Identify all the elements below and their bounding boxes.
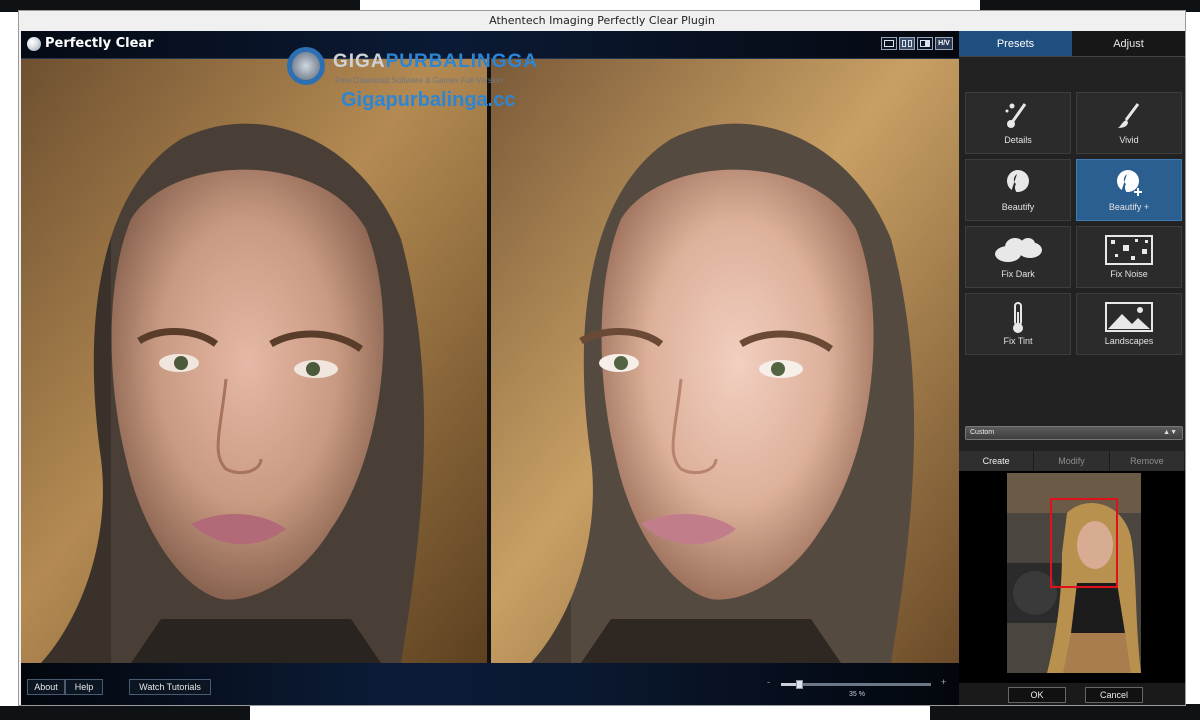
- preset-beautify[interactable]: Beautify: [965, 159, 1071, 221]
- plugin-window: Athentech Imaging Perfectly Clear Plugin…: [18, 10, 1186, 706]
- preset-label: Fix Noise: [1110, 269, 1148, 279]
- thermometer-icon: [966, 302, 1070, 333]
- preset-label: Beautify: [1001, 202, 1035, 212]
- ok-button[interactable]: OK: [1008, 687, 1066, 703]
- preset-fix-tint[interactable]: Fix Tint: [965, 293, 1071, 355]
- preset-label: Details: [1004, 135, 1032, 145]
- window-title: Athentech Imaging Perfectly Clear Plugin: [489, 14, 715, 27]
- noise-icon: [1077, 235, 1181, 265]
- navigator-viewport-box[interactable]: [1050, 498, 1118, 588]
- preset-details[interactable]: Details: [965, 92, 1071, 154]
- zoom-level-label: 35 %: [849, 691, 865, 698]
- before-image[interactable]: [21, 59, 487, 663]
- app-logo-text: Perfectly Clear: [45, 36, 154, 51]
- preset-fix-noise[interactable]: Fix Noise: [1076, 226, 1182, 288]
- preset-fix-dark[interactable]: Fix Dark: [965, 226, 1071, 288]
- background-corner: [930, 704, 1200, 720]
- landscape-icon: [1077, 302, 1181, 332]
- single-view-icon: [884, 40, 894, 47]
- preset-dropdown-value: Custom: [970, 429, 995, 436]
- preset-grid: Details Vivid Beautify Beautify + Fix Da…: [965, 92, 1183, 355]
- view-mode-toolbar: H/V: [881, 37, 953, 50]
- perfectly-clear-logo-icon: [27, 37, 41, 51]
- help-button[interactable]: Help: [65, 679, 103, 695]
- about-button[interactable]: About: [27, 679, 65, 695]
- after-image[interactable]: [491, 59, 959, 663]
- watermark-overlay: GIGAPURBALINGGA Free Download Software &…: [283, 43, 543, 113]
- face-profile-icon: [966, 168, 1070, 198]
- paintbrush-icon: [1077, 101, 1181, 131]
- bottom-toolbar: About Help Watch Tutorials - + 35 %: [21, 663, 959, 705]
- preset-beautify-plus[interactable]: Beautify +: [1076, 159, 1182, 221]
- brush-sparkle-icon: [966, 101, 1070, 131]
- face-profile-plus-icon: [1077, 168, 1181, 198]
- preset-label: Landscapes: [1104, 336, 1154, 346]
- preset-vivid[interactable]: Vivid: [1076, 92, 1182, 154]
- zoom-slider-thumb[interactable]: [796, 680, 803, 689]
- preset-dropdown[interactable]: Custom ▲▼: [965, 426, 1183, 440]
- app-body: Perfectly Clear H/V GIGAPURBALINGGA Free…: [21, 31, 1185, 705]
- preset-label: Fix Dark: [1001, 269, 1035, 279]
- watermark-logo-icon: [287, 47, 325, 85]
- preset-label: Beautify +: [1108, 202, 1150, 212]
- create-preset-button[interactable]: Create: [959, 451, 1035, 471]
- split-screen-icon: [920, 40, 930, 47]
- preset-label: Fix Tint: [1003, 336, 1033, 346]
- side-panel: Presets Adjust Details Vivid Beautify Be…: [959, 31, 1185, 705]
- watermark-title-part2: PURBALINGGA: [385, 51, 539, 72]
- watermark-subtitle: Free Download Software & Games Full Vers…: [335, 76, 503, 85]
- cancel-button[interactable]: Cancel: [1085, 687, 1143, 703]
- navigator-area: [959, 471, 1185, 683]
- watermark-title-part1: GIGA: [333, 51, 386, 72]
- zoom-out-button[interactable]: -: [767, 677, 770, 687]
- preset-actions: Create Modify Remove: [959, 451, 1185, 471]
- tab-adjust[interactable]: Adjust: [1072, 31, 1185, 57]
- panel-tabs: Presets Adjust: [959, 31, 1185, 57]
- watermark-title: GIGAPURBALINGGA: [333, 51, 538, 73]
- before-photo-graphic: [21, 59, 487, 663]
- watch-tutorials-button[interactable]: Watch Tutorials: [129, 679, 211, 695]
- split-view-icon: [908, 40, 912, 47]
- dialog-buttons: OK Cancel: [959, 683, 1185, 705]
- side-by-side-view-button[interactable]: [899, 37, 915, 50]
- after-photo-graphic: [491, 59, 959, 663]
- preset-landscapes[interactable]: Landscapes: [1076, 293, 1182, 355]
- modify-preset-button[interactable]: Modify: [1034, 451, 1110, 471]
- updown-arrows-icon: ▲▼: [1163, 429, 1177, 436]
- zoom-slider[interactable]: [781, 680, 931, 689]
- split-view-icon: [902, 40, 906, 47]
- zoom-in-button[interactable]: +: [941, 677, 946, 687]
- background-corner: [0, 706, 250, 720]
- single-view-button[interactable]: [881, 37, 897, 50]
- preset-label: Vivid: [1119, 135, 1139, 145]
- tab-presets[interactable]: Presets: [959, 31, 1072, 57]
- clouds-icon: [966, 235, 1070, 265]
- horizontal-vertical-toggle-button[interactable]: H/V: [935, 37, 953, 50]
- watermark-domain: Gigapurbalinga.cc: [341, 89, 516, 111]
- split-screen-view-button[interactable]: [917, 37, 933, 50]
- remove-preset-button[interactable]: Remove: [1109, 451, 1185, 471]
